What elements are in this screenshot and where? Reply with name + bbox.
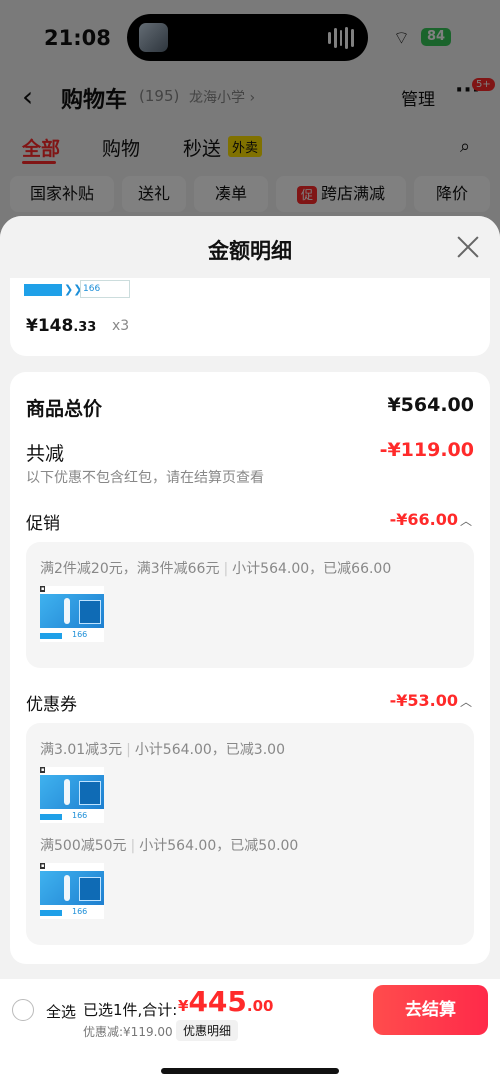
close-icon[interactable]: [455, 234, 481, 260]
coupon-rule-2: 满500减50元 | 小计564.00，已减50.00: [40, 838, 299, 854]
saved-amount: 优惠减:¥119.00: [83, 1025, 173, 1039]
coupon-detail-box: 满3.01减3元 | 小计564.00，已减3.00 ▪ 166 满500减50元 |…: [26, 723, 474, 945]
chip-gift[interactable]: 送礼: [122, 176, 186, 212]
coupon-rule-1: 满3.01减3元 | 小计564.00，已减3.00: [40, 742, 285, 758]
location-selector[interactable]: 龙海小学 ›: [189, 87, 255, 107]
total-price: ¥445.00: [178, 985, 274, 1018]
chip-cross-store-label: 跨店满减: [321, 184, 386, 203]
cart-nav-bar: ‹ 购物车 (195) 龙海小学 › 管理 ··· 5+: [0, 76, 500, 118]
checkout-bar: 全选 已选1件,合计: ¥445.00 优惠减:¥119.00 优惠明细 去结算: [0, 979, 500, 1084]
sheet-title: 金额明细: [208, 239, 292, 263]
tab-all[interactable]: 全部: [22, 134, 60, 161]
cart-count: (195): [139, 87, 180, 105]
promo-value[interactable]: -¥66.00 ︿: [390, 510, 472, 529]
status-bar: 21:08 ⌔ 84: [0, 0, 500, 72]
item-quantity: x3: [112, 318, 130, 334]
manage-button[interactable]: 管理: [401, 85, 435, 110]
back-icon[interactable]: ‹: [22, 80, 33, 113]
reduce-note: 以下优惠不包含红包，请在结算页查看: [26, 470, 264, 486]
product-thumbnail: ▪ 166: [40, 863, 104, 919]
item-price: ¥148.33: [26, 316, 97, 336]
chip-subsidy[interactable]: 国家补贴: [10, 176, 114, 212]
chevron-up-icon: ︿: [459, 514, 472, 528]
total-value: ¥564.00: [387, 394, 474, 416]
amount-detail-sheet: ❯❯ 166 ¥148.33 x3 金额明细 商品总价 ¥564.00 共减 -…: [0, 216, 500, 1084]
promo-detail-box: 满2件减20元，满3件减66元 | 小计564.00，已减66.00 ▪ 166: [26, 542, 474, 668]
home-indicator: [161, 1068, 339, 1074]
total-label: 商品总价: [26, 398, 103, 420]
sheet-header: 金额明细: [0, 216, 500, 278]
battery-icon: 84: [421, 28, 451, 46]
product-thumbnail: ▪ 166: [40, 767, 104, 823]
search-icon[interactable]: ⌕: [460, 136, 470, 157]
message-badge: 5+: [472, 78, 495, 91]
discount-detail-button[interactable]: 优惠明细: [176, 1020, 239, 1041]
selected-summary: 已选1件,合计:: [83, 1001, 178, 1019]
price-breakdown-card: 商品总价 ¥564.00 共减 -¥119.00 以下优惠不包含红包，请在结算页…: [10, 372, 490, 964]
select-all-checkbox[interactable]: [12, 999, 34, 1021]
filter-chips: 国家补贴 送礼 凑单 促跨店满减 降价: [0, 176, 500, 212]
status-time: 21:08: [44, 26, 111, 50]
item-thumbnail-strip: ❯❯ 166: [24, 280, 130, 302]
wifi-icon: ⌔: [393, 28, 410, 49]
coupon-label: 优惠券: [26, 695, 77, 715]
reduce-label: 共减: [26, 443, 65, 465]
promo-label: 促销: [26, 514, 60, 534]
cart-tabs: 全部 购物 秒送 外卖 ⌕: [0, 134, 500, 166]
cart-page-background: 21:08 ⌔ 84 ‹ 购物车 (195) 龙海小学 › 管理 ··· 5+ …: [0, 0, 500, 230]
tab-shopping[interactable]: 购物: [102, 134, 140, 161]
tab-underline: [22, 161, 56, 164]
chip-cross-store[interactable]: 促跨店满减: [276, 176, 406, 212]
promo-rule: 满2件减20元，满3件减66元 | 小计564.00，已减66.00: [40, 561, 392, 577]
reduce-value: -¥119.00: [379, 439, 474, 461]
now-playing-thumbnail: [139, 23, 168, 52]
thumb-price-tag: 166: [80, 280, 130, 298]
dynamic-island: [127, 14, 368, 61]
tab-flash[interactable]: 秒送: [183, 134, 221, 161]
product-thumbnail: ▪ 166: [40, 586, 104, 642]
chip-bundle[interactable]: 凑单: [194, 176, 268, 212]
coupon-value[interactable]: -¥53.00 ︿: [390, 691, 472, 710]
audio-waveform-icon: [328, 27, 354, 49]
chip-price-drop[interactable]: 降价: [414, 176, 490, 212]
select-all-label[interactable]: 全选: [46, 1001, 76, 1022]
waimai-tag: 外卖: [228, 136, 263, 157]
promo-icon: 促: [296, 186, 317, 204]
checkout-button[interactable]: 去结算: [373, 985, 488, 1035]
page-title: 购物车: [61, 88, 128, 113]
chevron-up-icon: ︿: [459, 695, 472, 709]
thumb-banner: [24, 284, 62, 296]
